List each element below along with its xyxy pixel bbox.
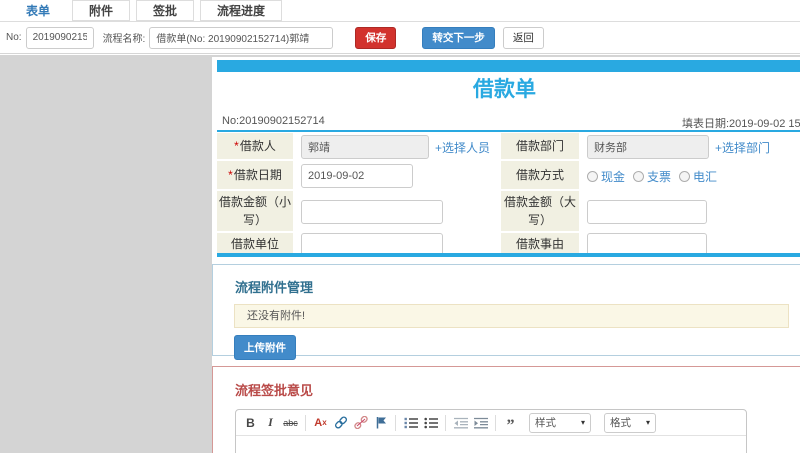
loan-form-table: *借款人 +选择人员 借款部门 +选择部门 *借款日期 借款方式 现金 支票 电…: [217, 133, 800, 257]
tab-approval[interactable]: 签批: [136, 0, 195, 21]
form-bottom-bar: [217, 253, 800, 257]
anchor-flag-icon[interactable]: [373, 414, 388, 432]
amount-lower-input[interactable]: [301, 200, 443, 224]
action-bar: No: 流程名称: 保存 转交下一步 返回: [0, 22, 800, 54]
rich-text-editor: B I abc Ax ” 样式 ▾ 格式 ▾: [235, 409, 747, 453]
table-row: 借款金额（小写） 借款金额（大写）: [217, 191, 800, 233]
styles-dropdown[interactable]: 样式 ▾: [529, 412, 591, 433]
approval-opinion-heading: 流程签批意见: [235, 383, 314, 398]
borrower-input[interactable]: [301, 135, 429, 159]
form-top-bar: [217, 60, 800, 72]
radio-cash[interactable]: 现金: [587, 168, 625, 185]
amount-upper-input[interactable]: [587, 200, 707, 224]
required-mark: *: [228, 168, 233, 182]
attachment-panel: 流程附件管理 还没有附件! 上传附件: [212, 264, 800, 360]
editor-content-area[interactable]: [236, 436, 746, 453]
tab-progress[interactable]: 流程进度: [200, 0, 283, 21]
indent-icon[interactable]: [473, 414, 488, 432]
radio-check[interactable]: 支票: [633, 168, 671, 185]
table-row: *借款日期 借款方式 现金 支票 电汇: [217, 161, 800, 191]
numbered-list-icon[interactable]: [403, 414, 418, 432]
department-label: 借款部门: [501, 133, 579, 161]
bold-icon[interactable]: B: [243, 414, 258, 432]
borrow-method-radios: 现金 支票 电汇: [587, 168, 800, 185]
format-dropdown[interactable]: 格式 ▾: [604, 412, 656, 433]
flow-name-input[interactable]: [149, 26, 334, 49]
fill-date: 填表日期:2019-09-02 15:27:1: [682, 118, 800, 130]
no-label: No:: [6, 32, 22, 43]
no-attachment-alert: 还没有附件!: [234, 304, 789, 328]
toolbar-separator: [495, 414, 496, 431]
back-button[interactable]: 返回: [502, 26, 544, 49]
amount-upper-label: 借款金额（大写）: [501, 191, 579, 233]
borrow-date-input[interactable]: [301, 164, 413, 188]
bulleted-list-icon[interactable]: [423, 414, 438, 432]
upload-attachment-button[interactable]: 上传附件: [234, 335, 296, 360]
chevron-down-icon: ▾: [645, 418, 650, 427]
tab-bar: 表单 附件 签批 流程进度: [0, 0, 800, 22]
method-label: 借款方式: [501, 161, 579, 191]
radio-icon[interactable]: [587, 170, 598, 182]
blockquote-icon[interactable]: ”: [503, 414, 518, 434]
document-number: No:20190902152714: [222, 115, 325, 127]
select-department-link[interactable]: +选择部门: [715, 139, 770, 156]
forward-next-step-button[interactable]: 转交下一步: [422, 26, 495, 49]
strikethrough-icon[interactable]: abc: [283, 414, 298, 432]
editor-toolbar: B I abc Ax ” 样式 ▾ 格式 ▾: [236, 410, 746, 436]
attachment-panel-heading: 流程附件管理: [235, 280, 314, 295]
tab-attachments[interactable]: 附件: [72, 0, 131, 21]
borrower-label: *借款人: [217, 133, 293, 161]
amount-lower-label: 借款金额（小写）: [217, 191, 293, 233]
format-dropdown-label: 格式: [610, 417, 631, 429]
radio-icon[interactable]: [633, 170, 645, 182]
remove-format-icon[interactable]: Ax: [313, 414, 328, 432]
unlink-icon[interactable]: [353, 414, 368, 432]
toolbar-separator: [395, 414, 396, 431]
required-mark: *: [234, 139, 239, 153]
no-input[interactable]: [25, 26, 94, 49]
select-person-link[interactable]: +选择人员: [435, 139, 490, 156]
flow-name-label: 流程名称:: [102, 34, 146, 45]
save-button[interactable]: 保存: [355, 26, 397, 49]
department-input[interactable]: [587, 135, 709, 159]
approval-opinion-panel: 流程签批意见 B I abc Ax ” 样式 ▾ 格式 ▾: [212, 366, 800, 453]
toolbar-separator: [305, 414, 306, 431]
form-title: 借款单: [473, 78, 536, 101]
table-row: *借款人 +选择人员 借款部门 +选择部门: [217, 133, 800, 161]
radio-icon[interactable]: [679, 170, 691, 182]
radio-wire[interactable]: 电汇: [679, 168, 717, 185]
form-divider-bar: [217, 130, 800, 132]
toolbar-separator: [445, 414, 446, 431]
italic-icon[interactable]: I: [263, 414, 278, 432]
outdent-icon[interactable]: [453, 414, 468, 432]
styles-dropdown-label: 样式: [535, 417, 556, 429]
link-icon[interactable]: [333, 414, 348, 432]
form-document: 借款单 No:20190902152714 填表日期:2019-09-02 15…: [212, 57, 800, 453]
borrow-date-label: *借款日期: [217, 161, 293, 191]
chevron-down-icon: ▾: [580, 418, 585, 427]
tab-form[interactable]: 表单: [10, 0, 67, 21]
